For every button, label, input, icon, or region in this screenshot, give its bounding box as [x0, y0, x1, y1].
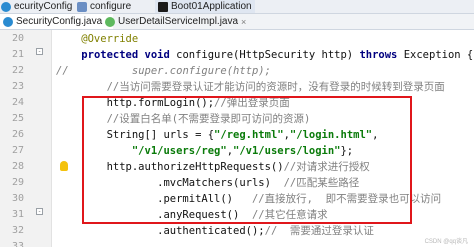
fold-toggle-icon[interactable]: - — [36, 208, 43, 215]
line-number: 29 — [11, 177, 24, 188]
tab-userdetailserviceimpl-java[interactable]: UserDetailServiceImpl.java × — [102, 14, 249, 29]
tab-configure[interactable]: configure — [74, 0, 134, 13]
code-token: //当访问需要登录认证才能访问的资源时，没有登录的时候转到登录页面 — [56, 81, 445, 93]
line-number: 27 — [11, 145, 24, 156]
tab-securityconfig-crumb[interactable]: ecurityConfig — [0, 0, 75, 13]
code-token: // 需要通过登录认证 — [264, 225, 374, 237]
close-tab-icon[interactable]: × — [241, 17, 246, 27]
code-line[interactable]: 23 //当访问需要登录认证才能访问的资源时，没有登录的时候转到登录页面 — [0, 79, 474, 95]
code-text: // super.configure(http); — [56, 63, 271, 79]
line-number: 28 — [11, 161, 24, 172]
tab-boot01application[interactable]: Boot01Application — [155, 0, 255, 13]
code-line[interactable]: 20 @Override — [0, 31, 474, 47]
tab-securityconfig-java[interactable]: SecurityConfig.java × — [0, 14, 114, 29]
code-text: .authenticated();// 需要通过登录认证 — [56, 223, 374, 239]
line-number: 24 — [11, 97, 24, 108]
line-number: 30 — [11, 193, 24, 204]
line-number: 23 — [11, 81, 24, 92]
intention-bulb-icon[interactable] — [60, 161, 68, 171]
code-token: .authenticated(); — [56, 225, 265, 237]
line-number: 33 — [11, 241, 24, 247]
code-token: throws — [359, 49, 404, 61]
code-line[interactable]: 21 protected void configure(HttpSecurity… — [0, 47, 474, 63]
code-text: protected void configure(HttpSecurity ht… — [56, 47, 473, 63]
code-text: @Override — [56, 31, 138, 47]
code-line[interactable]: 22 // super.configure(http); — [0, 63, 474, 79]
code-token: @Override — [56, 33, 139, 45]
code-line[interactable]: 32 .authenticated();// 需要通过登录认证 — [0, 223, 474, 239]
run-icon — [158, 1, 168, 12]
line-number: 20 — [11, 33, 24, 44]
code-token: // — [56, 65, 69, 77]
java-class-icon — [3, 16, 13, 27]
code-token: super.configure(http); — [68, 65, 271, 77]
tab-label: ecurityConfig — [14, 1, 73, 12]
line-number: 31 — [11, 209, 24, 220]
tab-bar-breadcrumb: ecurityConfig configure Boot01Applicatio… — [0, 0, 474, 14]
code-line[interactable]: 33 — [0, 239, 474, 247]
code-token: Exception { — [403, 49, 474, 61]
editor-tab-bar: SecurityConfig.java × UserDetailServiceI… — [0, 14, 474, 30]
method-icon — [77, 1, 87, 12]
fold-toggle-icon[interactable]: - — [36, 48, 43, 55]
tab-label: Boot01Application — [171, 1, 252, 12]
java-class-icon — [1, 1, 11, 12]
code-token: protected void — [81, 49, 177, 61]
highlight-box — [82, 96, 412, 224]
line-number: 21 — [11, 49, 24, 60]
line-number: 22 — [11, 65, 24, 76]
tab-label: SecurityConfig.java — [16, 16, 103, 27]
line-number: 25 — [11, 113, 24, 124]
java-class-icon — [105, 16, 115, 27]
code-token: configure(HttpSecurity http) — [176, 49, 360, 61]
tab-label: UserDetailServiceImpl.java — [118, 16, 239, 27]
tab-label: configure — [90, 1, 132, 12]
line-number: 26 — [11, 129, 24, 140]
code-text: //当访问需要登录认证才能访问的资源时，没有登录的时候转到登录页面 — [56, 79, 445, 95]
watermark: CSDN @qq谈凡 — [424, 239, 468, 245]
line-number: 32 — [11, 225, 24, 236]
